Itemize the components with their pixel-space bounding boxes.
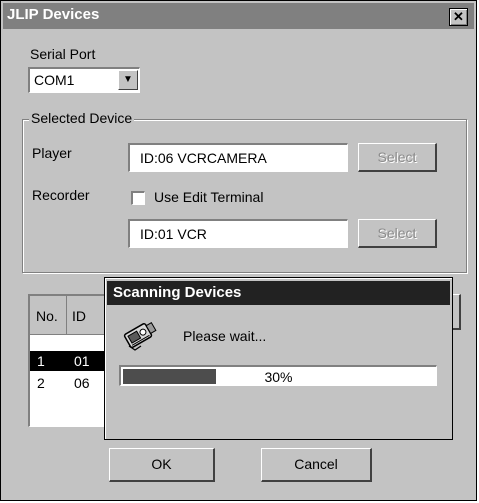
ok-button[interactable]: OK	[109, 448, 215, 482]
serial-port-select[interactable]: COM1 ▼	[28, 67, 140, 93]
player-value: ID:06 VCRCAMERA	[140, 150, 267, 166]
edit-terminal-label: Use Edit Terminal	[154, 189, 264, 205]
list-item-no: 1	[37, 353, 45, 369]
list-item-id: 01	[74, 353, 90, 369]
progress-percent: 30%	[264, 369, 293, 385]
dialog-title: Scanning Devices	[113, 284, 242, 301]
recorder-label: Recorder	[32, 187, 90, 203]
recorder-field[interactable]: ID:01 VCR	[128, 219, 348, 248]
camcorder-icon	[121, 316, 159, 354]
serial-port-value: COM1	[34, 72, 75, 88]
please-wait-message: Please wait...	[183, 328, 267, 344]
serial-port-label: Serial Port	[30, 46, 96, 62]
selected-device-label: Selected Device	[29, 110, 135, 126]
column-header-no[interactable]: No.	[36, 308, 58, 324]
dropdown-button[interactable]: ▼	[118, 70, 138, 90]
dialog-title-bar: Scanning Devices	[107, 281, 450, 305]
player-label: Player	[32, 145, 72, 161]
jlip-devices-window: JLIP Devices ✕ Serial Port COM1 ▼ Select…	[0, 0, 477, 501]
recorder-value: ID:01 VCR	[140, 226, 207, 242]
hidden-button-edge	[453, 294, 461, 330]
list-item-id: 06	[74, 375, 90, 391]
player-select-button[interactable]: Select	[358, 143, 437, 172]
close-icon: ✕	[453, 9, 464, 24]
player-field[interactable]: ID:06 VCRCAMERA	[128, 143, 348, 172]
window-title: JLIP Devices	[7, 6, 100, 23]
close-button[interactable]: ✕	[449, 8, 468, 26]
recorder-select-button[interactable]: Select	[358, 219, 437, 248]
column-divider	[66, 296, 67, 334]
scan-progress-bar: 30%	[119, 365, 437, 386]
edit-terminal-checkbox[interactable]	[131, 191, 145, 205]
cancel-button[interactable]: Cancel	[261, 448, 372, 482]
chevron-down-icon: ▼	[123, 74, 133, 85]
title-bar: JLIP Devices ✕	[3, 3, 474, 29]
scanning-devices-dialog: Scanning Devices Please wait... 30%	[104, 277, 453, 440]
column-header-id[interactable]: ID	[72, 308, 86, 324]
list-item-no: 2	[37, 375, 45, 391]
